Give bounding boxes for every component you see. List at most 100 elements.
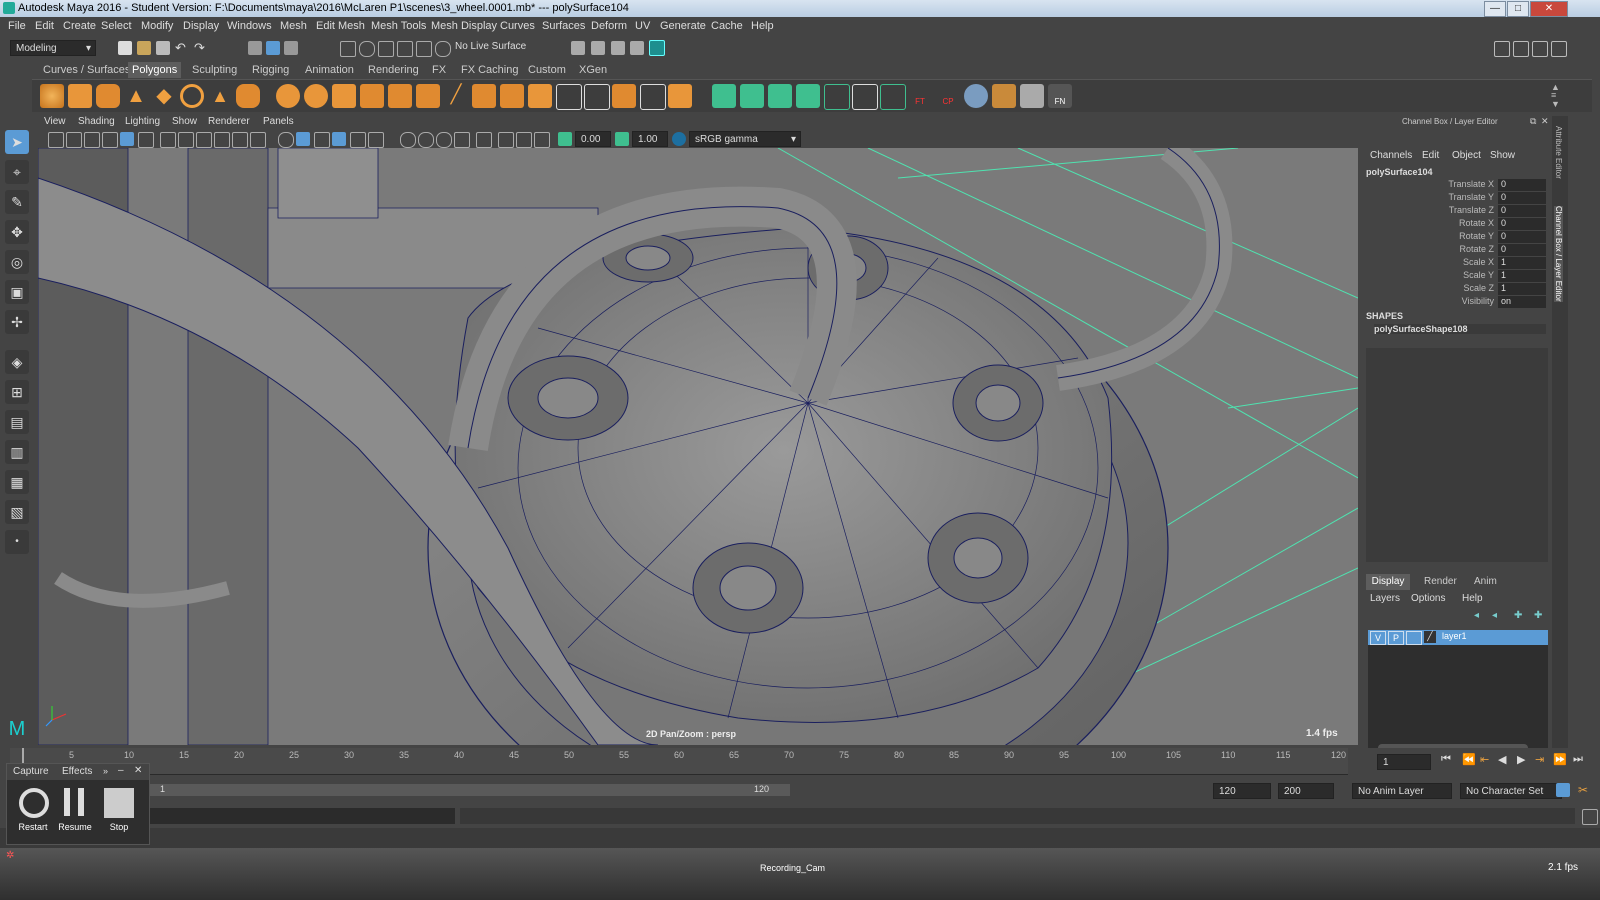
cb-menu-object[interactable]: Object xyxy=(1452,150,1481,161)
xray-joints-icon[interactable] xyxy=(516,132,532,148)
menu-mesh[interactable]: Mesh xyxy=(280,20,307,32)
minimize-icon[interactable]: – xyxy=(118,765,124,776)
float-panel-icon[interactable]: ⧉ xyxy=(1530,116,1536,127)
attr-visibility[interactable]: Visibility on xyxy=(1362,296,1548,309)
panel-menu-panels[interactable]: Panels xyxy=(263,116,294,127)
four-view-layout-icon[interactable]: ⊞ xyxy=(5,380,29,404)
pause-icon[interactable] xyxy=(64,788,84,816)
gamma-icon[interactable] xyxy=(615,132,629,146)
play-forward-icon[interactable]: ▶ xyxy=(1517,753,1525,766)
screen-space-ao-icon[interactable] xyxy=(418,132,434,148)
new-layer-selected-icon[interactable]: ✚ xyxy=(1534,610,1542,621)
max-end-field[interactable]: 200 xyxy=(1278,783,1334,799)
menu-uv[interactable]: UV xyxy=(635,20,650,32)
attr-translate-y[interactable]: Translate Y0 xyxy=(1362,192,1548,205)
use-all-lights-icon[interactable] xyxy=(368,132,384,148)
paint-select-tool-icon[interactable]: ✎ xyxy=(5,190,29,214)
smooth-icon[interactable] xyxy=(360,84,384,108)
menu-curves[interactable]: Curves xyxy=(500,20,535,32)
modeling-toolkit-icon[interactable] xyxy=(1494,41,1510,57)
render-settings-icon[interactable] xyxy=(630,41,644,55)
cb-menu-edit[interactable]: Edit xyxy=(1422,150,1439,161)
field-chart-icon[interactable] xyxy=(232,132,248,148)
bookmarks-icon[interactable] xyxy=(84,132,100,148)
layer-tab-anim[interactable]: Anim xyxy=(1474,576,1497,587)
ipr-render-icon[interactable] xyxy=(611,41,625,55)
range-bar[interactable]: 1 120 xyxy=(150,784,790,796)
image-plane-icon[interactable] xyxy=(102,132,118,148)
snap-point-icon[interactable] xyxy=(378,41,394,57)
hypershade-icon[interactable] xyxy=(649,40,665,56)
insert-edge-loop-icon[interactable] xyxy=(712,84,736,108)
menu-generate[interactable]: Generate xyxy=(660,20,706,32)
redo-icon[interactable]: ↷ xyxy=(194,41,208,55)
shelf-tab-xgen[interactable]: XGen xyxy=(579,62,607,78)
menu-edit-mesh[interactable]: Edit Mesh xyxy=(316,20,365,32)
anim-layer-dropdown[interactable]: No Anim Layer xyxy=(1352,783,1452,799)
offset-edge-loop-icon[interactable] xyxy=(740,84,764,108)
cb-menu-channels[interactable]: Channels xyxy=(1370,150,1412,161)
snap-surface-icon[interactable] xyxy=(416,41,432,57)
attribute-editor-toggle-icon[interactable] xyxy=(1513,41,1529,57)
xray-components-icon[interactable] xyxy=(534,132,550,148)
resume-label[interactable]: Resume xyxy=(55,822,95,832)
uv-editor-icon[interactable] xyxy=(852,84,878,110)
layer-menu-help[interactable]: Help xyxy=(1462,593,1483,604)
collapse-icon[interactable] xyxy=(796,84,820,108)
fill-hole-icon[interactable] xyxy=(500,84,524,108)
film-gate-icon[interactable] xyxy=(178,132,194,148)
channel-box-toggle-icon[interactable] xyxy=(1551,41,1567,57)
select-tool-icon[interactable]: ➤ xyxy=(5,130,29,154)
layer-row-layer1[interactable]: V P ╱ layer1 xyxy=(1368,630,1548,645)
layer-tab-display[interactable]: Display xyxy=(1366,574,1410,590)
mel-command-input[interactable] xyxy=(150,808,455,824)
new-empty-layer-icon[interactable]: ✚ xyxy=(1514,610,1522,621)
smooth-shade-icon[interactable] xyxy=(296,132,310,146)
poly-sphere-icon[interactable] xyxy=(40,84,64,108)
auto-key-icon[interactable] xyxy=(1556,783,1570,797)
menu-create[interactable]: Create xyxy=(63,20,96,32)
menu-mesh-display[interactable]: Mesh Display xyxy=(431,20,497,32)
bevel-icon[interactable] xyxy=(556,84,582,110)
anim-end-field[interactable]: 120 xyxy=(1213,783,1271,799)
select-object-icon[interactable] xyxy=(266,41,280,55)
menu-file[interactable]: File xyxy=(8,20,26,32)
restart-icon[interactable] xyxy=(19,788,49,818)
merge-icon[interactable] xyxy=(768,84,792,108)
gate-mask-icon[interactable] xyxy=(214,132,230,148)
panel-menu-show[interactable]: Show xyxy=(172,116,197,127)
time-ruler[interactable]: 5 10 15 20 25 30 35 40 45 50 55 60 65 70… xyxy=(10,748,1348,775)
layer-color-icon[interactable]: ╱ xyxy=(1424,631,1436,643)
connect-icon[interactable] xyxy=(824,84,850,110)
poly-plane-icon[interactable]: ◆ xyxy=(152,84,176,108)
panel-menu-renderer[interactable]: Renderer xyxy=(208,116,250,127)
panel-menu-view[interactable]: View xyxy=(44,116,66,127)
stop-icon[interactable] xyxy=(104,788,134,818)
boolean-icon[interactable] xyxy=(388,84,412,108)
shelf-tab-fx-caching[interactable]: FX Caching xyxy=(461,62,518,78)
persp-graph-layout-icon[interactable]: ▥ xyxy=(5,440,29,464)
open-scene-icon[interactable] xyxy=(137,41,151,55)
close-button[interactable]: ✕ xyxy=(1530,1,1568,17)
poly-cylinder-icon[interactable] xyxy=(96,84,120,108)
color-management-icon[interactable] xyxy=(672,132,686,146)
restart-label[interactable]: Restart xyxy=(13,822,53,832)
attr-translate-x[interactable]: Translate X0 xyxy=(1362,179,1548,192)
poly-cone-icon[interactable]: ▲ xyxy=(124,84,148,108)
xray-icon[interactable] xyxy=(498,132,514,148)
step-back-key-icon[interactable]: ⏪ xyxy=(1462,753,1476,766)
bridge-icon[interactable] xyxy=(472,84,496,108)
select-camera-icon[interactable] xyxy=(48,132,64,148)
tool-settings-toggle-icon[interactable] xyxy=(1532,41,1548,57)
go-to-end-icon[interactable]: ⏭ xyxy=(1573,753,1583,766)
shelf-scroll-down-icon[interactable]: ▼ xyxy=(1551,99,1560,109)
poly-torus-icon[interactable] xyxy=(180,84,204,108)
extract-icon[interactable] xyxy=(332,84,356,108)
snap-live-icon[interactable] xyxy=(435,41,451,57)
close-icon[interactable]: ✕ xyxy=(1541,116,1549,127)
menu-edit[interactable]: Edit xyxy=(35,20,54,32)
menu-modify[interactable]: Modify xyxy=(141,20,173,32)
animation-preferences-icon[interactable]: ✂ xyxy=(1578,783,1592,797)
anti-aliasing-icon[interactable] xyxy=(454,132,470,148)
planar-map-icon[interactable] xyxy=(880,84,906,110)
